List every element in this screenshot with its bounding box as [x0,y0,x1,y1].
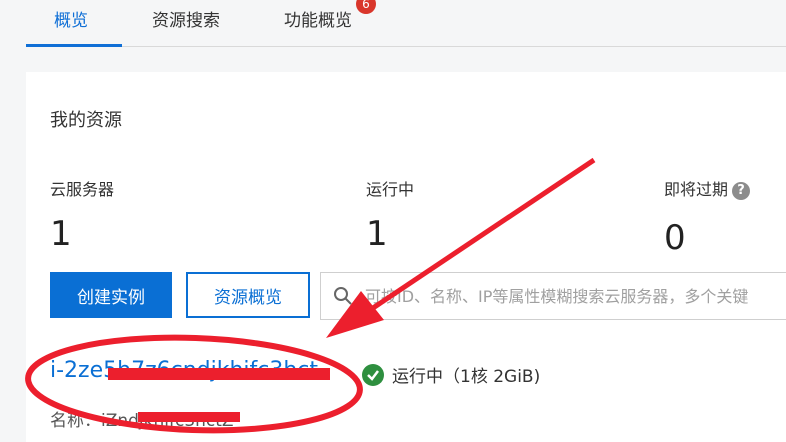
stat-label-running: 运行中 [366,180,415,199]
search-box[interactable] [320,272,786,320]
active-tab-indicator [26,44,122,47]
resource-overview-button[interactable]: 资源概览 [186,272,310,318]
redaction-bar [108,368,330,380]
stat-label-expiring: 即将过期? [664,176,751,200]
tab-overview[interactable]: 概览 [54,6,88,31]
create-instance-button[interactable]: 创建实例 [50,272,172,318]
tab-bar: 概览 资源搜索 功能概览 6 [0,0,786,48]
tab-divider [26,46,786,47]
tab-feature-overview[interactable]: 功能概览 [284,6,352,31]
stat-value-servers: 1 [50,214,72,254]
notification-badge: 6 [356,0,376,14]
question-circle-icon[interactable]: ? [732,181,751,200]
search-input[interactable] [363,285,786,307]
instance-status-text: 运行中（1核 2GiB) [392,367,541,387]
tab-resource-search[interactable]: 资源搜索 [152,6,220,31]
stat-label-servers: 云服务器 [50,180,115,199]
stat-value-expiring: 0 [664,218,686,258]
instance-status: 运行中（1核 2GiB) [362,362,540,387]
redaction-bar [138,412,240,422]
section-title: 我的资源 [50,110,122,131]
search-icon [334,287,352,305]
stat-label-expiring-text: 即将过期 [664,180,729,199]
instance-name-label: 名称： [50,411,101,431]
stat-value-running: 1 [366,214,388,254]
check-circle-icon [362,363,384,386]
